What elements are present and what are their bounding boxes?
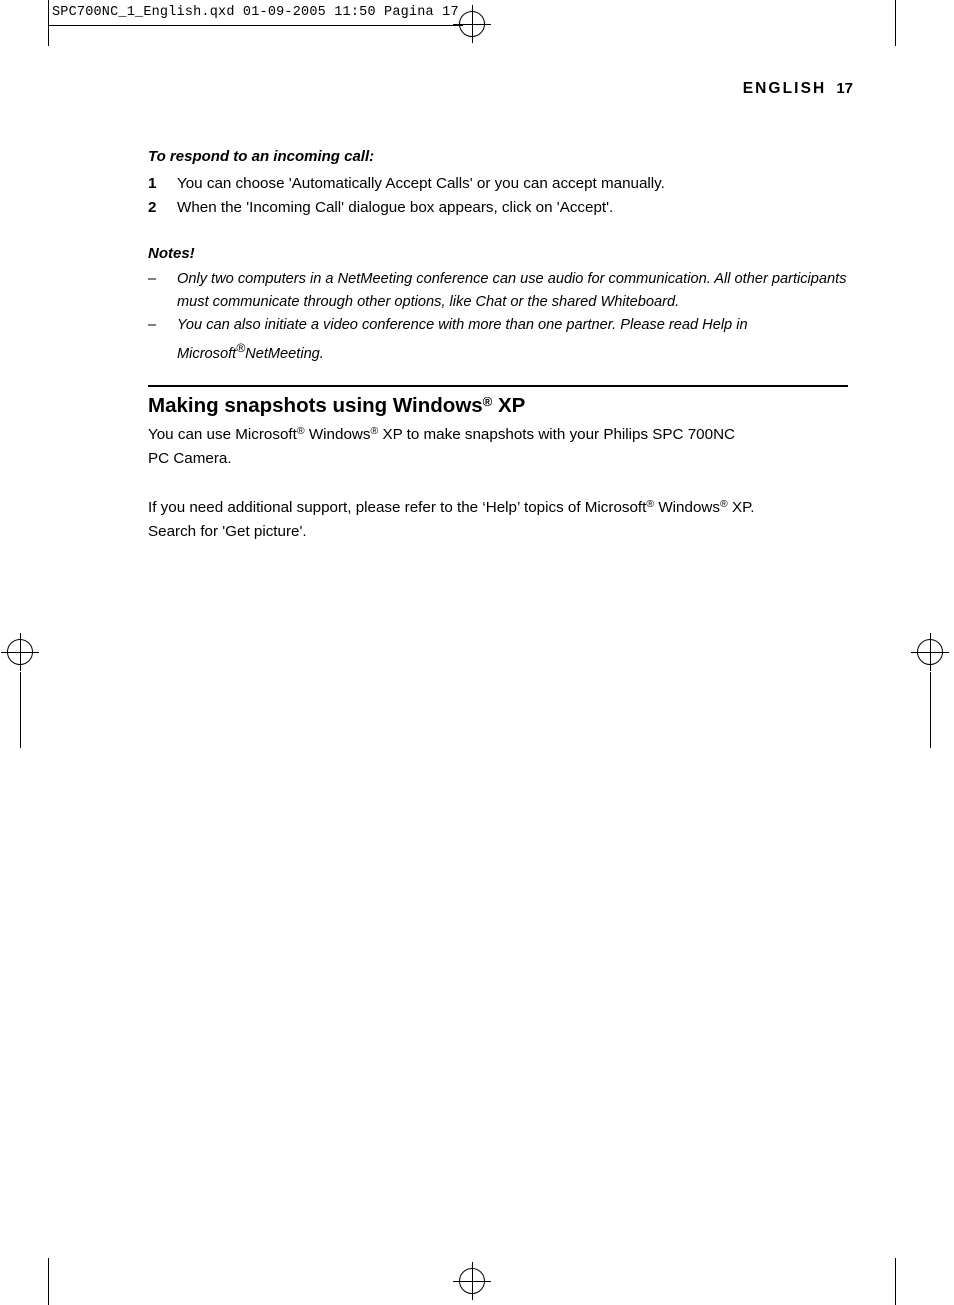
para1-c: XP to make snapshots with your Philips S… — [378, 426, 736, 444]
step-text: You can choose 'Automatically Accept Cal… — [177, 174, 665, 192]
registration-mark-left — [1, 633, 39, 671]
list-item: – You can also initiate a video conferen… — [148, 314, 848, 365]
crop-mark-right-mid — [930, 672, 931, 748]
crop-mark-right-vertical — [895, 0, 896, 46]
registered-mark: ® — [296, 425, 305, 438]
running-head: ENGLISH 17 — [743, 80, 853, 98]
section-divider-rule — [148, 385, 848, 388]
para2-b: Windows — [654, 499, 720, 517]
step-number: 1 — [148, 174, 157, 192]
page-content: To respond to an incoming call: 1 You ca… — [148, 145, 848, 543]
section-heading-snapshots: Making snapshots using Windows® XP — [148, 389, 848, 418]
registered-mark: ® — [719, 498, 728, 511]
para2-a: If you need additional support, please r… — [148, 499, 647, 517]
para2-d: Search for 'Get picture'. — [148, 522, 307, 540]
registered-mark: ® — [482, 394, 493, 410]
respond-heading: To respond to an incoming call: — [148, 148, 375, 165]
step-text: When the 'Incoming Call' dialogue box ap… — [177, 199, 614, 216]
list-item: – Only two computers in a NetMeeting con… — [148, 268, 848, 313]
numbered-steps-list: 1 You can choose 'Automatically Accept C… — [148, 172, 848, 220]
crop-mark-left-mid — [20, 672, 21, 748]
dash-bullet: – — [148, 317, 157, 334]
section-heading-text-2: XP — [492, 394, 526, 418]
registered-mark: ® — [646, 498, 655, 511]
list-item: 2 When the 'Incoming Call' dialogue box … — [148, 196, 848, 220]
para1-a: You can use Microsoft — [148, 426, 297, 444]
file-header-bar: SPC700NC_1_English.qxd 01-09-2005 11:50 … — [48, 2, 463, 26]
snapshots-paragraph-2: If you need additional support, please r… — [148, 493, 848, 543]
dash-bullet: – — [148, 271, 157, 287]
note-text: Only two computers in a NetMeeting confe… — [177, 271, 847, 310]
running-head-language: ENGLISH — [742, 80, 827, 97]
note-text: You can also initiate a video conference… — [177, 317, 748, 361]
page-number: 17 — [836, 80, 853, 97]
note-text-part2: NetMeeting. — [245, 345, 324, 362]
snapshots-paragraph-1: You can use Microsoft® Windows® XP to ma… — [148, 420, 848, 470]
step-number: 2 — [148, 199, 157, 216]
section-heading-text: Making snapshots using Windows — [148, 394, 483, 418]
crop-mark-left-vertical-bottom — [48, 1258, 49, 1305]
para1-b: Windows — [304, 426, 371, 444]
registered-mark: ® — [236, 340, 246, 355]
registration-mark-right — [911, 633, 949, 671]
notes-heading: Notes! — [148, 244, 195, 262]
document-page: SPC700NC_1_English.qxd 01-09-2005 11:50 … — [0, 0, 954, 1305]
crop-mark-right-vertical-bottom — [895, 1258, 896, 1305]
para2-c: XP. — [727, 499, 755, 517]
notes-list: – Only two computers in a NetMeeting con… — [148, 268, 848, 365]
para1-d: PC Camera. — [148, 449, 232, 467]
registration-mark-bottom — [453, 1262, 491, 1300]
list-item: 1 You can choose 'Automatically Accept C… — [148, 172, 848, 196]
registration-mark-top — [453, 5, 491, 43]
